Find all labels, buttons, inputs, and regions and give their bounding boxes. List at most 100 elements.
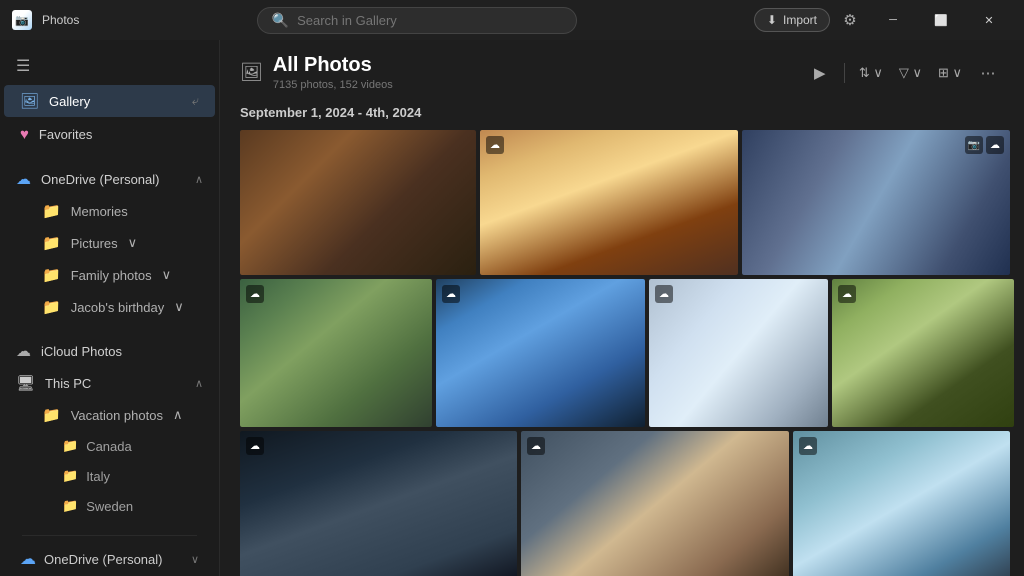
date-range-text: September 1, 2024 - 4th, 2024: [240, 105, 421, 120]
slideshow-button[interactable]: ▶: [804, 57, 836, 89]
sidebar-item-sweden[interactable]: 📁 Sweden: [4, 492, 215, 520]
photo-badge-r3c1: ☁: [246, 437, 264, 455]
vacation-label: Vacation photos: [71, 408, 163, 423]
photo-r1c1[interactable]: [240, 130, 476, 275]
search-input[interactable]: [297, 13, 562, 28]
photo-row-2: ☁ ☁ ☁ ☁: [240, 279, 1004, 427]
photo-r2c3[interactable]: ☁: [649, 279, 828, 427]
sidebar-section-thispc[interactable]: 🖥 This PC ∧: [0, 367, 219, 399]
import-button[interactable]: ⬇ Import: [754, 8, 830, 32]
content-toolbar: ▶ ⇅ ∨ ▽ ∨ ⊞ ∨ ⋯: [804, 57, 1004, 89]
all-photos-icon: 🖼: [240, 62, 263, 83]
icloud-label: iCloud Photos: [41, 344, 203, 359]
photo-badge-r3c2: ☁: [527, 437, 545, 455]
italy-icon: 📁: [62, 468, 78, 484]
photo-image-r3c2: [521, 431, 789, 576]
canada-label: Canada: [86, 439, 132, 454]
thispc-label: This PC: [45, 376, 185, 391]
sidebar-bottom: ☁ OneDrive (Personal) ∨ 2.2 GB used of 5…: [0, 521, 219, 576]
window-controls: ─ ⬜ ✕: [870, 4, 1012, 36]
sidebar-favorites-label: Favorites: [39, 127, 199, 142]
maximize-button[interactable]: ⬜: [918, 4, 964, 36]
photo-image-r2c2: [436, 279, 645, 427]
titlebar-right: ⬇ Import ⚙ ─ ⬜ ✕: [754, 4, 1012, 36]
search-bar[interactable]: 🔍: [257, 7, 577, 34]
family-photos-label: Family photos: [71, 268, 152, 283]
hamburger-button[interactable]: ☰: [0, 48, 219, 84]
italy-label: Italy: [86, 469, 110, 484]
content-header: 🖼 All Photos 7135 photos, 152 videos ▶ ⇅…: [220, 40, 1024, 99]
search-icon: 🔍: [272, 12, 289, 29]
photo-row-1: ☁ 📷 ☁: [240, 130, 1004, 275]
sidebar-item-favorites[interactable]: ♥ Favorites: [4, 119, 215, 150]
more-button[interactable]: ⋯: [972, 57, 1004, 89]
jacobs-chevron: ∨: [174, 299, 184, 315]
sidebar-item-memories[interactable]: 📁 Memories: [4, 196, 215, 226]
pictures-chevron: ∨: [128, 235, 138, 251]
photo-badge-r1c2: ☁: [486, 136, 504, 154]
titlebar-center: 🔍: [79, 7, 754, 34]
content-subtitle: 7135 photos, 152 videos: [273, 79, 393, 91]
page-title: All Photos: [273, 54, 393, 77]
onedrive-bottom-chevron: ∨: [191, 553, 199, 566]
onedrive-bottom-label: OneDrive (Personal): [44, 552, 183, 567]
photo-image-r1c2: [480, 130, 738, 275]
photo-badge-r3c3: ☁: [799, 437, 817, 455]
photo-badge-r2c3: ☁: [655, 285, 673, 303]
memories-icon: 📁: [42, 202, 61, 220]
gallery-icon: 🖼: [20, 92, 39, 110]
family-photos-chevron: ∨: [162, 267, 172, 283]
onedrive-chevron-icon: ∧: [195, 173, 203, 186]
view-button[interactable]: ⊞ ∨: [932, 57, 968, 89]
photo-image-r3c1: [240, 431, 517, 576]
sidebar-item-vacation[interactable]: 📁 Vacation photos ∧: [4, 400, 215, 430]
photo-r3c2[interactable]: ☁: [521, 431, 789, 576]
settings-button[interactable]: ⚙: [836, 6, 864, 34]
badge-cloud: ☁: [986, 136, 1004, 154]
photo-image-r3c3: [793, 431, 1010, 576]
favorites-icon: ♥: [20, 126, 29, 143]
canada-icon: 📁: [62, 438, 78, 454]
photo-image-r1c1: [240, 130, 476, 275]
vacation-chevron: ∧: [173, 407, 183, 423]
import-icon: ⬇: [767, 13, 777, 27]
sidebar-item-jacobs-birthday[interactable]: 📁 Jacob's birthday ∨: [4, 292, 215, 322]
main-layout: ☰ 🖼 Gallery ⤶ ♥ Favorites ☁ OneDrive (Pe…: [0, 40, 1024, 576]
content-title-area: 🖼 All Photos 7135 photos, 152 videos: [240, 54, 393, 91]
photo-r3c3[interactable]: ☁: [793, 431, 1010, 576]
sidebar-item-pictures[interactable]: 📁 Pictures ∨: [4, 228, 215, 258]
titlebar-left: 📷 Photos: [12, 10, 79, 30]
content-header-top: 🖼 All Photos 7135 photos, 152 videos ▶ ⇅…: [240, 54, 1004, 91]
sweden-icon: 📁: [62, 498, 78, 514]
vacation-icon: 📁: [42, 406, 61, 424]
sidebar-item-italy[interactable]: 📁 Italy: [4, 462, 215, 490]
pictures-icon: 📁: [42, 234, 61, 252]
sort-button[interactable]: ⇅ ∨: [853, 57, 889, 89]
filter-button[interactable]: ▽ ∨: [893, 57, 928, 89]
photo-r2c2[interactable]: ☁: [436, 279, 645, 427]
photo-r3c1[interactable]: ☁: [240, 431, 517, 576]
onedrive-bottom-item[interactable]: ☁ OneDrive (Personal) ∨: [12, 542, 207, 576]
photo-row-3: ☁ ☁ ☁: [240, 431, 1004, 576]
toolbar-divider: [844, 63, 845, 83]
close-button[interactable]: ✕: [966, 4, 1012, 36]
date-header: September 1, 2024 - 4th, 2024: [220, 99, 1024, 130]
minimize-button[interactable]: ─: [870, 4, 916, 36]
sidebar-gallery-label: Gallery: [49, 94, 182, 109]
gallery-action-icon: ⤶: [192, 93, 199, 109]
titlebar: 📷 Photos 🔍 ⬇ Import ⚙ ─ ⬜ ✕: [0, 0, 1024, 40]
sidebar-item-canada[interactable]: 📁 Canada: [4, 432, 215, 460]
photo-image-r2c1: [240, 279, 432, 427]
thispc-icon: 🖥: [16, 374, 35, 392]
sidebar-section-onedrive[interactable]: ☁ OneDrive (Personal) ∧: [0, 163, 219, 195]
photo-grid: ☁ 📷 ☁ ☁ ☁: [220, 130, 1024, 576]
photo-r1c2[interactable]: ☁: [480, 130, 738, 275]
jacobs-birthday-label: Jacob's birthday: [71, 300, 165, 315]
badge-camera: 📷: [965, 136, 983, 154]
sidebar-item-icloud[interactable]: ☁ iCloud Photos: [0, 335, 219, 367]
photo-r2c4[interactable]: ☁: [832, 279, 1014, 427]
photo-r1c3[interactable]: 📷 ☁: [742, 130, 1010, 275]
sidebar-item-gallery[interactable]: 🖼 Gallery ⤶: [4, 85, 215, 117]
sidebar-item-family-photos[interactable]: 📁 Family photos ∨: [4, 260, 215, 290]
photo-r2c1[interactable]: ☁: [240, 279, 432, 427]
